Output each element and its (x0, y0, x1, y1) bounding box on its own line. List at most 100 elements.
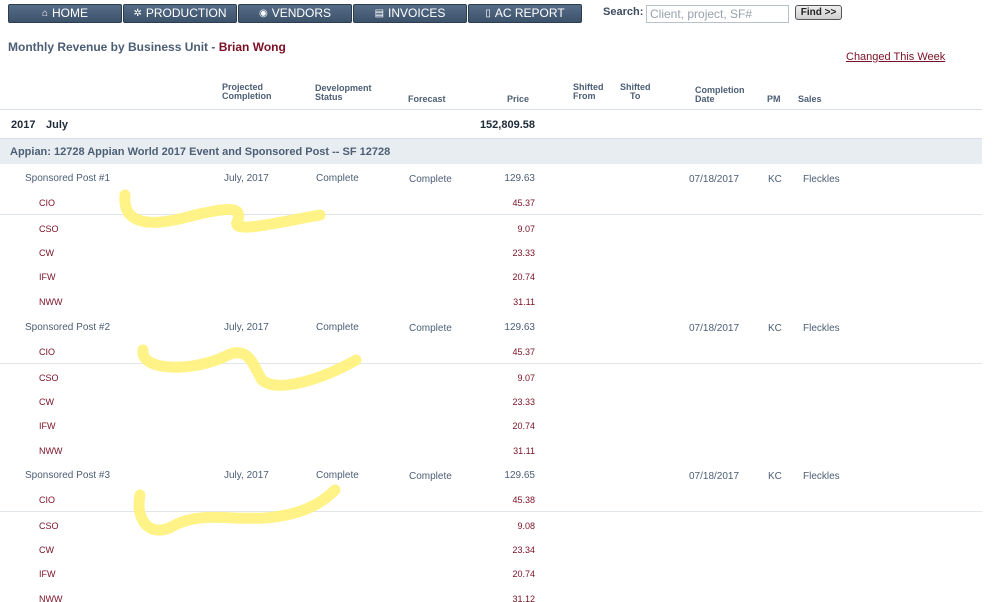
business-unit-name: CW (39, 248, 54, 258)
business-unit-name: CIO (39, 495, 56, 505)
business-unit-name: CSO (39, 224, 59, 234)
period-year: 2017 (11, 119, 36, 131)
business-unit-name: CSO (39, 521, 59, 531)
business-unit-name: NWW (39, 594, 63, 602)
col-forecast: Forecast (408, 94, 446, 104)
highlight-stroke-1 (119, 189, 326, 233)
col-completion-date: Completion Date (695, 86, 745, 104)
period-month: July (46, 119, 69, 131)
business-unit-price: 9.07 (517, 224, 535, 234)
line-item-pm: KC (768, 323, 782, 334)
col-price: Price (507, 94, 530, 104)
nav-vendors-button[interactable]: ◉ VENDORS (238, 4, 352, 23)
business-unit-price: 31.11 (513, 446, 535, 456)
line-item-pm: KC (768, 471, 782, 482)
line-item-completion-date: 07/18/2017 (689, 471, 740, 482)
search-label: Search: (603, 6, 644, 18)
col-projected-completion: Projected Completion (222, 83, 272, 101)
page-title-text: Monthly Revenue by Business Unit - (8, 40, 219, 54)
business-unit-name: CIO (39, 347, 56, 357)
line-item-sales: Fleckles (803, 323, 840, 334)
business-unit-price: 20.74 (512, 272, 535, 282)
business-unit-name: CIO (39, 198, 56, 208)
nav-production-button[interactable]: ✲ PRODUCTION (123, 4, 237, 23)
line-item-development: Complete (316, 173, 359, 184)
business-unit-name: IFW (39, 421, 56, 431)
line-item-forecast: Complete (409, 174, 452, 185)
line-item-development: Complete (316, 322, 359, 333)
page-title: Monthly Revenue by Business Unit - Brian… (8, 40, 286, 54)
col-shifted-from: Shifted From (573, 83, 604, 101)
business-unit-price: 23.34 (512, 545, 535, 555)
find-button[interactable]: Find >> (795, 5, 842, 20)
business-unit-name: NWW (39, 446, 63, 456)
line-item-projected: July, 2017 (224, 470, 269, 481)
nav-home-label: HOME (52, 6, 89, 20)
line-item-projected: July, 2017 (224, 173, 269, 184)
header-separator (0, 109, 982, 110)
line-item-forecast: Complete (409, 323, 452, 334)
business-unit-price: 20.74 (512, 569, 535, 579)
report-icon: ▯ (485, 8, 491, 19)
period-total: 152,809.58 (479, 119, 535, 131)
line-item-projected: July, 2017 (224, 322, 269, 333)
nav-ac-report-button[interactable]: ▯ AC REPORT (468, 4, 582, 23)
page-title-owner: Brian Wong (218, 40, 286, 54)
business-unit-name: CW (39, 545, 54, 555)
business-unit-name: IFW (39, 272, 56, 282)
business-unit-price: 45.37 (512, 198, 535, 208)
line-item-name[interactable]: Sponsored Post #2 (25, 322, 110, 333)
business-unit-name: NWW (39, 297, 63, 307)
col-completion-line2: Date (695, 94, 715, 104)
col-development-line2: Status (315, 92, 343, 102)
business-unit-price: 31.11 (513, 297, 535, 307)
nav-invoices-label: INVOICES (388, 6, 446, 20)
col-development-status: Development Status (315, 84, 372, 102)
row-separator (0, 214, 982, 215)
business-unit-name: CSO (39, 373, 59, 383)
business-unit-price: 45.38 (512, 495, 535, 505)
business-unit-price: 9.07 (517, 373, 535, 383)
business-unit-price: 45.37 (512, 347, 535, 357)
business-unit-name: IFW (39, 569, 56, 579)
gear-icon: ✲ (133, 8, 142, 19)
line-item-name[interactable]: Sponsored Post #3 (25, 470, 110, 481)
line-item-price: 129.63 (504, 322, 535, 333)
nav-home-button[interactable]: ⌂ HOME (8, 4, 122, 23)
business-unit-name: CW (39, 397, 54, 407)
line-item-development: Complete (316, 470, 359, 481)
home-icon: ⌂ (41, 8, 49, 19)
nav-invoices-button[interactable]: ▤ INVOICES (353, 4, 467, 23)
col-projected-line2: Completion (222, 91, 272, 101)
search-input[interactable] (646, 5, 789, 23)
line-item-completion-date: 07/18/2017 (689, 174, 740, 185)
line-item-sales: Fleckles (803, 471, 840, 482)
line-item-forecast: Complete (409, 471, 452, 482)
business-unit-price: 23.33 (512, 248, 535, 258)
changed-this-week-link[interactable]: Changed This Week (846, 51, 945, 63)
col-shifted-to-line2: To (630, 91, 641, 101)
main-nav: ⌂ HOME ✲ PRODUCTION ◉ VENDORS ▤ INVOICES… (8, 4, 582, 23)
col-shifted-to: Shifted To (620, 83, 651, 101)
nav-vendors-label: VENDORS (271, 6, 332, 20)
person-icon: ◉ (258, 8, 268, 19)
nav-production-label: PRODUCTION (145, 6, 227, 20)
line-item-completion-date: 07/18/2017 (689, 323, 740, 334)
nav-ac-report-label: AC REPORT (494, 6, 565, 20)
project-title[interactable]: Appian: 12728 Appian World 2017 Event an… (10, 146, 390, 158)
line-item-price: 129.65 (504, 470, 535, 481)
line-item-name[interactable]: Sponsored Post #1 (25, 173, 110, 184)
document-icon: ▤ (374, 8, 385, 19)
col-shifted-from-line2: From (573, 91, 596, 101)
business-unit-price: 23.33 (512, 397, 535, 407)
business-unit-price: 31.12 (512, 594, 535, 602)
col-sales: Sales (798, 94, 822, 104)
line-item-sales: Fleckles (803, 174, 840, 185)
line-item-price: 129.63 (504, 173, 535, 184)
business-unit-price: 20.74 (512, 421, 535, 431)
row-separator (0, 363, 982, 364)
business-unit-price: 9.08 (517, 521, 535, 531)
row-separator (0, 511, 982, 512)
highlight-stroke-2 (137, 344, 362, 391)
line-item-pm: KC (768, 174, 782, 185)
